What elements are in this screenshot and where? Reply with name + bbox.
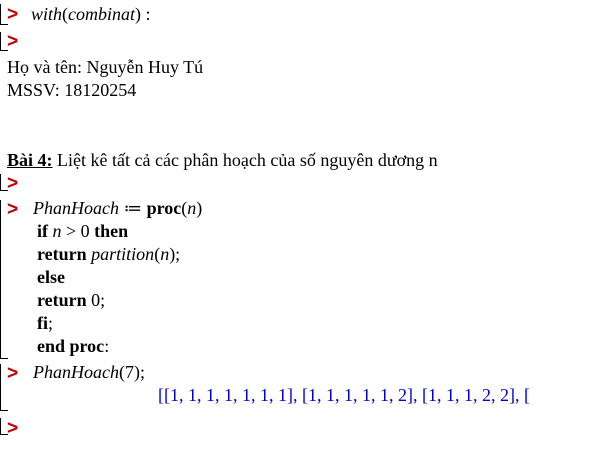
- proc-if-line[interactable]: if n > 0 then: [37, 221, 128, 242]
- input-prompt[interactable]: >: [7, 5, 18, 24]
- proc-param: n: [187, 198, 197, 218]
- proc-else-line[interactable]: else: [37, 267, 65, 288]
- call-proc-name: PhanHoach: [33, 362, 119, 382]
- proc-end-line[interactable]: end proc:: [37, 336, 109, 357]
- input-prompt[interactable]: >: [7, 200, 18, 219]
- student-name-text: Họ và tên: Nguyễn Huy Tú: [7, 57, 204, 77]
- input-line-with[interactable]: with(combinat) :: [31, 4, 151, 25]
- exercise-label: Bài 4:: [7, 150, 53, 170]
- proc-keyword: proc: [146, 198, 182, 218]
- package-name: combinat: [68, 4, 136, 24]
- exercise-text: Liệt kê tất cả các phân hoạch của số ngu…: [52, 150, 438, 170]
- proc-return-line[interactable]: return partition(n);: [37, 244, 180, 265]
- proc-name: PhanHoach: [33, 198, 119, 218]
- input-prompt[interactable]: >: [7, 364, 18, 383]
- student-id-text: MSSV: 18120254: [7, 80, 137, 100]
- with-command: with: [31, 4, 63, 24]
- maple-worksheet: { "worksheet": { "line1": { "cmd": "with…: [0, 0, 614, 467]
- input-prompt[interactable]: >: [7, 32, 18, 51]
- proc-return-zero-line[interactable]: return 0;: [37, 290, 105, 311]
- input-prompt[interactable]: >: [7, 419, 18, 438]
- output-result: [[1, 1, 1, 1, 1, 1, 1], [1, 1, 1, 1, 1, …: [158, 385, 530, 405]
- exercise-heading: Bài 4: Liệt kê tất cả các phân hoạch của…: [7, 150, 438, 171]
- call-line[interactable]: PhanHoach(7);: [33, 362, 145, 383]
- proc-header-line[interactable]: PhanHoach ≔ proc(n): [33, 198, 202, 219]
- group-bracket: [0, 200, 8, 359]
- proc-fi-line[interactable]: fi;: [37, 313, 53, 334]
- input-prompt[interactable]: >: [7, 174, 18, 193]
